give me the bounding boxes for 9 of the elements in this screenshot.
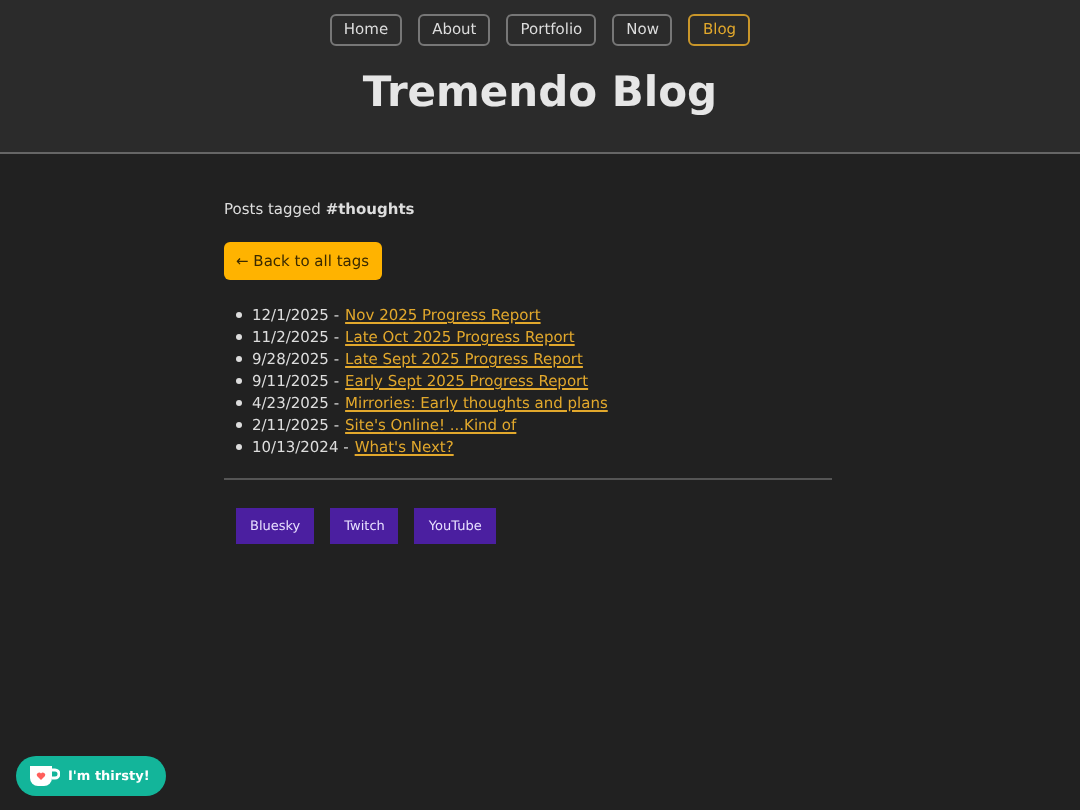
bullet-icon — [236, 356, 242, 362]
bullet-icon — [236, 312, 242, 318]
cup-icon — [28, 764, 60, 788]
bullet-icon — [236, 378, 242, 384]
site-title: Tremendo Blog — [362, 68, 718, 116]
bullet-icon — [236, 422, 242, 428]
bullet-icon — [236, 334, 242, 340]
bullet-icon — [236, 444, 242, 450]
bullet-icon — [236, 400, 242, 406]
